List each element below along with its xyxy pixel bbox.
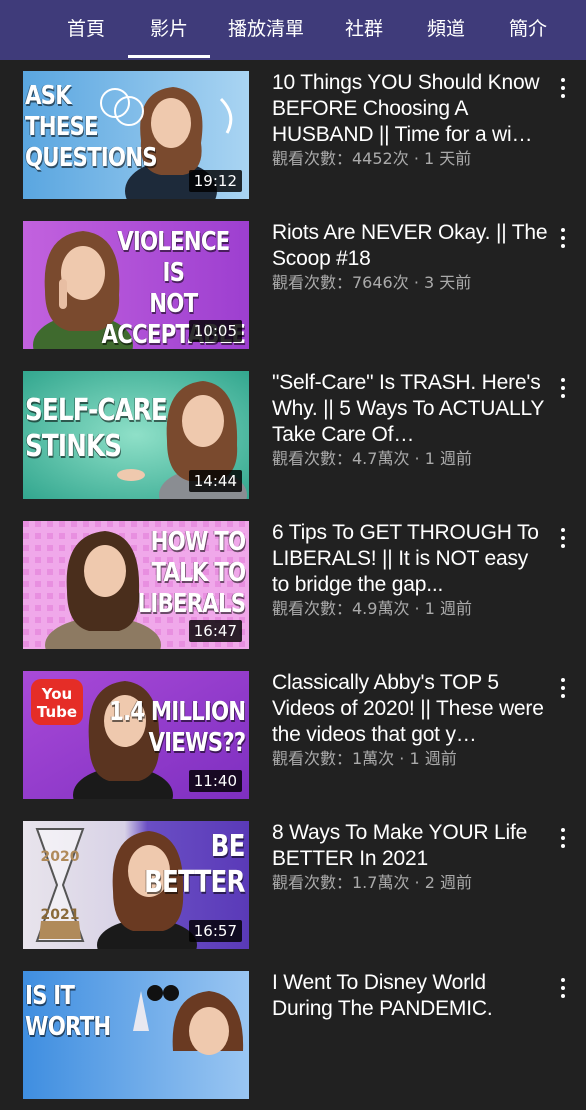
video-thumbnail[interactable]: SELF-CARE STINKS 14:44: [23, 371, 249, 499]
video-meta: 觀看次數：7646次 · 3 天前: [272, 273, 472, 292]
video-item[interactable]: 2020 2021 BE BETTER 16:57 8 Ways To Make…: [0, 810, 586, 960]
upload-age: 1 天前: [424, 149, 472, 168]
video-title[interactable]: 6 Tips To GET THROUGH To LIBERALS! || It…: [272, 520, 550, 598]
view-count: 觀看次數：1.7萬次: [272, 873, 410, 892]
video-item[interactable]: You Tube 1.4 MILLION VIEWS?? 11:40 Class…: [0, 660, 586, 810]
thumbnail-caption: 1.4 MILLION VIEWS??: [108, 697, 246, 758]
video-meta: 觀看次數：1.7萬次 · 2 週前: [272, 873, 472, 892]
video-title[interactable]: Riots Are NEVER Okay. || The Scoop #18: [272, 220, 550, 272]
video-title[interactable]: 8 Ways To Make YOUR Life BETTER In 2021: [272, 820, 550, 872]
video-item[interactable]: HOW TO TALK TO LIBERALS 16:47 6 Tips To …: [0, 510, 586, 660]
video-info: 10 Things YOU Should Know BEFORE Choosin…: [272, 70, 550, 170]
video-title[interactable]: I Went To Disney World During The PANDEM…: [272, 970, 550, 1022]
thumbnail-caption: SELF-CARE STINKS: [25, 393, 168, 464]
video-item[interactable]: VIOLENCE IS NOT ACCEPTABLE 10:05 Riots A…: [0, 210, 586, 360]
upload-age: 1 週前: [409, 749, 457, 768]
video-thumbnail[interactable]: VIOLENCE IS NOT ACCEPTABLE 10:05: [23, 221, 249, 349]
view-count: 觀看次數：4.9萬次: [272, 599, 410, 618]
video-duration: 19:12: [188, 170, 242, 192]
video-title[interactable]: Classically Abby's TOP 5 Videos of 2020!…: [272, 670, 550, 748]
tab-playlists[interactable]: 播放清單: [228, 14, 304, 44]
video-thumbnail[interactable]: 2020 2021 BE BETTER 16:57: [23, 821, 249, 949]
more-vert-icon[interactable]: [558, 828, 568, 850]
video-duration: 10:05: [188, 320, 242, 342]
video-info: 6 Tips To GET THROUGH To LIBERALS! || It…: [272, 520, 550, 620]
svg-text:2021: 2021: [41, 907, 80, 923]
youtube-logo-icon: You Tube: [31, 679, 83, 725]
upload-age: 1 週前: [424, 449, 472, 468]
more-vert-icon[interactable]: [558, 678, 568, 700]
video-thumbnail[interactable]: HOW TO TALK TO LIBERALS 16:47: [23, 521, 249, 649]
video-info: I Went To Disney World During The PANDEM…: [272, 970, 550, 1022]
more-vert-icon[interactable]: [558, 78, 568, 100]
view-count: 觀看次數：1萬次: [272, 749, 395, 768]
video-item[interactable]: ASK THESE QUESTIONS 19:12 10 Things YOU …: [0, 60, 586, 210]
channel-tab-bar: 首頁 影片 播放清單 社群 頻道 簡介: [0, 0, 586, 60]
video-info: Riots Are NEVER Okay. || The Scoop #18 觀…: [272, 220, 550, 294]
video-duration: 14:44: [188, 470, 242, 492]
more-vert-icon[interactable]: [558, 228, 568, 250]
video-meta: 觀看次數：4452次 · 1 天前: [272, 149, 472, 168]
video-thumbnail[interactable]: You Tube 1.4 MILLION VIEWS?? 11:40: [23, 671, 249, 799]
more-vert-icon[interactable]: [558, 978, 568, 1000]
tab-about[interactable]: 簡介: [509, 14, 547, 44]
thumbnail-caption: IS IT WORTH: [25, 981, 111, 1042]
video-thumbnail[interactable]: ASK THESE QUESTIONS 19:12: [23, 71, 249, 199]
upload-age: 3 天前: [424, 273, 472, 292]
svg-text:Tube: Tube: [37, 703, 77, 721]
active-tab-indicator: [128, 55, 210, 58]
more-vert-icon[interactable]: [558, 528, 568, 550]
view-count: 觀看次數：4452次: [272, 149, 409, 168]
video-meta: 觀看次數：1萬次 · 1 週前: [272, 749, 457, 768]
video-item[interactable]: IS IT WORTH I Went To Disney World Durin…: [0, 960, 586, 1110]
more-vert-icon[interactable]: [558, 378, 568, 400]
video-meta: 觀看次數：4.9萬次 · 1 週前: [272, 599, 472, 618]
thumbnail-caption: BE BETTER: [144, 829, 245, 900]
video-info: "Self-Care" Is TRASH. Here's Why. || 5 W…: [272, 370, 550, 470]
video-item[interactable]: SELF-CARE STINKS 14:44 "Self-Care" Is TR…: [0, 360, 586, 510]
upload-age: 2 週前: [424, 873, 472, 892]
video-title[interactable]: "Self-Care" Is TRASH. Here's Why. || 5 W…: [272, 370, 550, 448]
upload-age: 1 週前: [424, 599, 472, 618]
video-meta: 觀看次數：4.7萬次 · 1 週前: [272, 449, 472, 468]
video-title[interactable]: 10 Things YOU Should Know BEFORE Choosin…: [272, 70, 550, 148]
tab-channels[interactable]: 頻道: [427, 14, 465, 44]
tab-videos[interactable]: 影片: [150, 14, 188, 44]
tab-community[interactable]: 社群: [345, 14, 383, 44]
thumbnail-caption: HOW TO TALK TO LIBERALS: [137, 527, 245, 619]
view-count: 觀看次數：7646次: [272, 273, 409, 292]
video-info: Classically Abby's TOP 5 Videos of 2020!…: [272, 670, 550, 770]
video-duration: 11:40: [188, 770, 242, 792]
thumbnail-caption: ASK THESE QUESTIONS: [25, 81, 158, 173]
video-info: 8 Ways To Make YOUR Life BETTER In 2021 …: [272, 820, 550, 894]
video-duration: 16:47: [188, 620, 242, 642]
tab-home[interactable]: 首頁: [67, 14, 105, 44]
view-count: 觀看次數：4.7萬次: [272, 449, 410, 468]
svg-text:You: You: [41, 685, 72, 703]
svg-text:2020: 2020: [41, 849, 80, 865]
video-duration: 16:57: [188, 920, 242, 942]
video-thumbnail[interactable]: IS IT WORTH: [23, 971, 249, 1099]
